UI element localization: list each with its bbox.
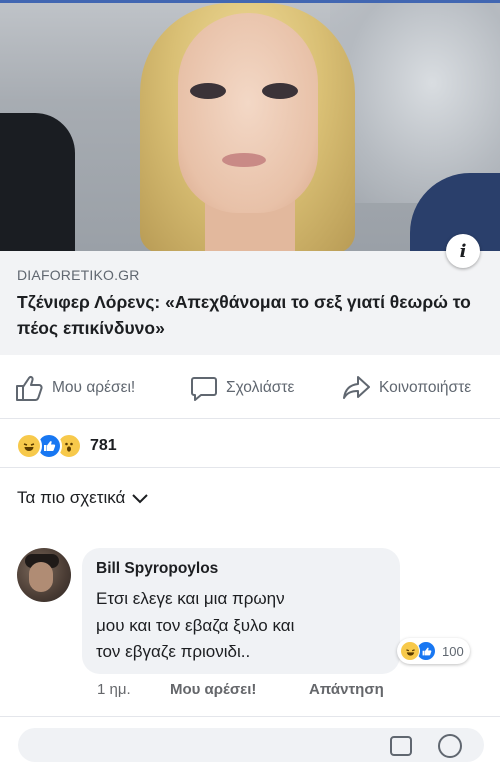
share-button[interactable]: Κοινοποιήστε: [341, 372, 471, 404]
divider: [0, 716, 500, 717]
action-bar: Μου αρέσει! Σχολιάστε Κοινοποιήστε: [0, 362, 500, 414]
haha-icon: [400, 641, 420, 661]
comment-like-button[interactable]: Μου αρέσει!: [170, 681, 256, 698]
comment-reactions[interactable]: 100: [397, 638, 470, 664]
share-icon: [343, 376, 370, 399]
comment-reply-button[interactable]: Απάντηση: [309, 681, 384, 698]
like-button[interactable]: Μου αρέσει!: [14, 372, 135, 404]
comment-line: μου και τον εβαζα ξυλο και: [96, 615, 295, 635]
comment-input[interactable]: [18, 728, 484, 762]
link-source: DIAFORETIKO.GR: [17, 267, 140, 283]
share-label: Κοινοποιήστε: [379, 379, 472, 396]
comment-text: Ετσι ελεγε και μια πρωην μου και τον εβα…: [96, 586, 386, 666]
sort-label: Τα πιο σχετικά: [17, 488, 126, 507]
divider: [0, 418, 500, 419]
comment-timestamp[interactable]: 1 ημ.: [97, 681, 131, 698]
reaction-count: 781: [90, 437, 117, 454]
reaction-summary[interactable]: 781: [16, 433, 117, 459]
haha-icon: [16, 433, 42, 459]
comment-reaction-count: 100: [442, 643, 464, 659]
comment-icon: [191, 377, 217, 401]
sticker-icon[interactable]: [390, 736, 412, 756]
comment-sort-dropdown[interactable]: Τα πιο σχετικά: [17, 488, 149, 508]
comment-button[interactable]: Σχολιάστε: [190, 372, 294, 404]
comment-author[interactable]: Bill Spyropoylos: [96, 560, 218, 578]
thumbs-up-icon: [16, 375, 43, 401]
emoji-icon[interactable]: [438, 734, 462, 758]
post-photo[interactable]: [0, 3, 500, 251]
like-label: Μου αρέσει!: [52, 379, 136, 396]
divider: [0, 467, 500, 468]
link-preview[interactable]: DIAFORETIKO.GR Τζένιφερ Λόρενς: «Απεχθάν…: [0, 251, 500, 355]
comment-line: Ετσι ελεγε και μια πρωην: [96, 589, 285, 608]
comment-line: τον εβγαζε πριονιδι..: [96, 642, 251, 661]
comment-label: Σχολιάστε: [226, 379, 295, 396]
chevron-down-icon: [132, 494, 149, 504]
avatar[interactable]: [17, 548, 71, 602]
link-headline: Τζένιφερ Λόρενς: «Απεχθάνομαι το σεξ για…: [17, 292, 471, 338]
info-icon[interactable]: i: [446, 234, 480, 268]
comment-bubble: Bill Spyropoylos Ετσι ελεγε και μια πρωη…: [82, 548, 400, 674]
